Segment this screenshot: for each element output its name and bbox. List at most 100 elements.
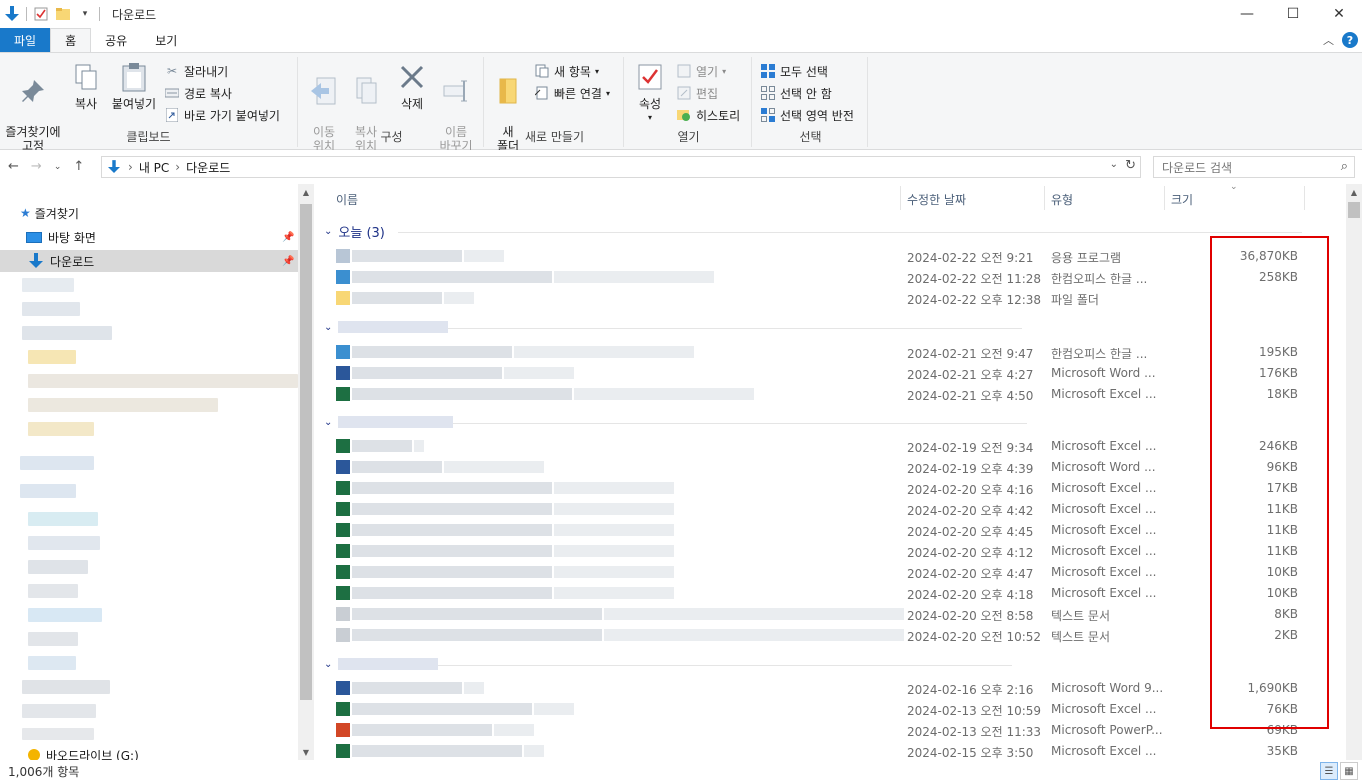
edit-button[interactable]: 편집 (676, 83, 718, 103)
nav-blurred-item[interactable] (28, 560, 88, 574)
details-view-icon[interactable]: ☰ (1320, 762, 1338, 780)
nav-blurred-item[interactable] (22, 278, 74, 292)
easy-access-button[interactable]: 빠른 연결 ▾ (534, 83, 610, 103)
file-row[interactable]: 2024-02-22 오전 9:21 응용 프로그램 36,870KB (318, 246, 1346, 267)
copy-button[interactable]: 복사 (68, 61, 104, 111)
nav-quick-access[interactable]: ★ 즐겨찾기 (20, 202, 79, 224)
nav-blurred-item[interactable] (28, 398, 218, 412)
tab-share[interactable]: 공유 (91, 28, 141, 52)
select-none-button[interactable]: 선택 안 함 (760, 83, 832, 103)
file-row[interactable]: 2024-02-20 오후 4:12 Microsoft Excel ... 11K… (318, 541, 1346, 562)
paste-shortcut-button[interactable]: 바로 가기 붙여넣기 (164, 105, 280, 125)
nav-blurred-item[interactable] (28, 536, 100, 550)
address-bar[interactable]: › 내 PC › 다운로드 ⌄ ↻ (101, 156, 1141, 178)
minimize-button[interactable]: — (1224, 0, 1270, 28)
scroll-up-arrow-icon[interactable]: ▲ (1346, 184, 1362, 200)
properties-check-icon[interactable] (33, 6, 49, 22)
file-row[interactable]: 2024-02-22 오전 11:28 한컴오피스 한글 ... 258KB (318, 267, 1346, 288)
delete-button[interactable]: 삭제 (394, 61, 430, 111)
new-item-button[interactable]: 새 항목 ▾ (534, 61, 599, 81)
collapse-ribbon-icon[interactable]: ︿ (1323, 32, 1334, 48)
help-icon[interactable]: ? (1342, 32, 1358, 48)
nav-blurred-item[interactable] (22, 680, 110, 694)
open-button[interactable]: 열기 ▾ (676, 61, 726, 81)
nav-blurred-item[interactable] (28, 608, 102, 622)
nav-blurred-item[interactable] (22, 302, 80, 316)
group-header[interactable]: ⌄ 오늘 (3) (324, 222, 385, 241)
column-divider[interactable] (1044, 186, 1045, 210)
nav-blurred-item[interactable] (28, 374, 298, 388)
file-row[interactable]: 2024-02-21 오전 9:47 한컴오피스 한글 ... 195KB (318, 342, 1346, 363)
copy-path-button[interactable]: 경로 복사 (164, 83, 232, 103)
nav-blurred-item[interactable] (28, 422, 94, 436)
breadcrumb-downloads[interactable]: 다운로드 (186, 159, 230, 176)
large-icons-view-icon[interactable]: ▦ (1340, 762, 1358, 780)
file-row[interactable]: 2024-02-19 오전 9:34 Microsoft Excel ... 246… (318, 436, 1346, 457)
close-button[interactable]: ✕ (1316, 0, 1362, 28)
group-header[interactable]: ⌄ (324, 318, 449, 336)
file-row[interactable]: 2024-02-20 오후 4:16 Microsoft Excel ... 17K… (318, 478, 1346, 499)
column-modified[interactable]: 수정한 날짜 (907, 191, 966, 208)
nav-blurred-item[interactable] (22, 326, 112, 340)
address-dropdown-icon[interactable]: ⌄ (1110, 159, 1118, 170)
nav-blurred-item[interactable] (28, 350, 76, 364)
collapse-chevron-icon[interactable]: ⌄ (324, 659, 332, 670)
file-list-scrollbar-thumb[interactable] (1348, 202, 1360, 218)
history-button[interactable]: 히스토리 (676, 105, 740, 125)
nav-blurred-item[interactable] (22, 728, 94, 740)
invert-selection-button[interactable]: 선택 영역 반전 (760, 105, 854, 125)
maximize-button[interactable]: ☐ (1270, 0, 1316, 28)
back-arrow-icon[interactable]: ← (8, 159, 19, 174)
file-row[interactable]: 2024-02-20 오후 4:42 Microsoft Excel ... 11K… (318, 499, 1346, 520)
nav-blurred-item[interactable] (28, 584, 78, 598)
file-row[interactable]: 2024-02-20 오후 4:47 Microsoft Excel ... 10K… (318, 562, 1346, 583)
nav-desktop[interactable]: 바탕 화면 (26, 226, 96, 248)
file-row[interactable]: 2024-02-20 오전 10:52 텍스트 문서 2KB (318, 625, 1346, 646)
nav-scrollbar[interactable]: ▲ ▼ (298, 184, 314, 760)
customize-toolbar-icon[interactable]: ▾ (77, 6, 93, 22)
file-list-scrollbar[interactable]: ▲ (1346, 184, 1362, 760)
nav-downloads[interactable]: 다운로드 (0, 250, 298, 272)
search-icon[interactable]: ⌕ (1341, 159, 1348, 174)
column-divider[interactable] (900, 186, 901, 210)
file-row[interactable]: 2024-02-15 오후 3:50 Microsoft Excel ... 35K… (318, 741, 1346, 760)
column-size[interactable]: 크기 (1171, 191, 1193, 208)
collapse-chevron-icon[interactable]: ⌄ (324, 417, 332, 428)
tab-view[interactable]: 보기 (141, 28, 191, 52)
nav-blurred-item[interactable] (28, 632, 78, 646)
new-folder-icon[interactable] (55, 6, 71, 22)
cut-button[interactable]: ✂ 잘라내기 (164, 61, 228, 81)
nav-scrollbar-thumb[interactable] (300, 204, 312, 700)
group-header[interactable]: ⌄ (324, 413, 454, 431)
column-divider[interactable] (1164, 186, 1165, 210)
file-row[interactable]: 2024-02-16 오후 2:16 Microsoft Word 9... 1,6… (318, 678, 1346, 699)
scroll-down-arrow-icon[interactable]: ▼ (298, 744, 314, 760)
select-all-button[interactable]: 모두 선택 (760, 61, 828, 81)
nav-blurred-item[interactable] (20, 484, 76, 498)
breadcrumb-this-pc[interactable]: 내 PC (139, 159, 169, 176)
search-input[interactable]: 다운로드 검색 ⌕ (1153, 156, 1355, 178)
column-type[interactable]: 유형 (1051, 191, 1073, 208)
file-row[interactable]: 2024-02-13 오전 11:33 Microsoft PowerP... 69… (318, 720, 1346, 741)
file-row[interactable]: 2024-02-21 오후 4:50 Microsoft Excel ... 18K… (318, 384, 1346, 405)
file-row[interactable]: 2024-02-20 오전 8:58 텍스트 문서 8KB (318, 604, 1346, 625)
file-row[interactable]: 2024-02-20 오후 4:18 Microsoft Excel ... 10K… (318, 583, 1346, 604)
paste-button[interactable]: 붙여넣기 (108, 61, 160, 111)
collapse-chevron-icon[interactable]: ⌄ (324, 226, 332, 237)
column-divider[interactable] (1304, 186, 1305, 210)
nav-blurred-item[interactable] (20, 456, 94, 470)
column-name[interactable]: 이름 (336, 191, 358, 208)
file-row[interactable]: 2024-02-19 오후 4:39 Microsoft Word ... 96KB (318, 457, 1346, 478)
scroll-up-arrow-icon[interactable]: ▲ (298, 184, 314, 200)
file-row[interactable]: 2024-02-22 오후 12:38 파일 폴더 (318, 288, 1346, 309)
nav-blurred-item[interactable] (22, 704, 96, 718)
nav-blurred-item[interactable] (28, 656, 76, 670)
forward-arrow-icon[interactable]: → (31, 159, 42, 174)
file-row[interactable]: 2024-02-21 오후 4:27 Microsoft Word ... 176K… (318, 363, 1346, 384)
up-arrow-icon[interactable]: ↑ (73, 159, 84, 174)
properties-button[interactable]: 속성 ▾ (632, 61, 668, 125)
recent-locations-chevron-icon[interactable]: ⌄ (54, 162, 62, 174)
tab-home[interactable]: 홈 (50, 28, 92, 52)
collapse-chevron-icon[interactable]: ⌄ (324, 322, 332, 333)
nav-drive-item[interactable]: 바오드라이브 (G:) (28, 748, 139, 760)
